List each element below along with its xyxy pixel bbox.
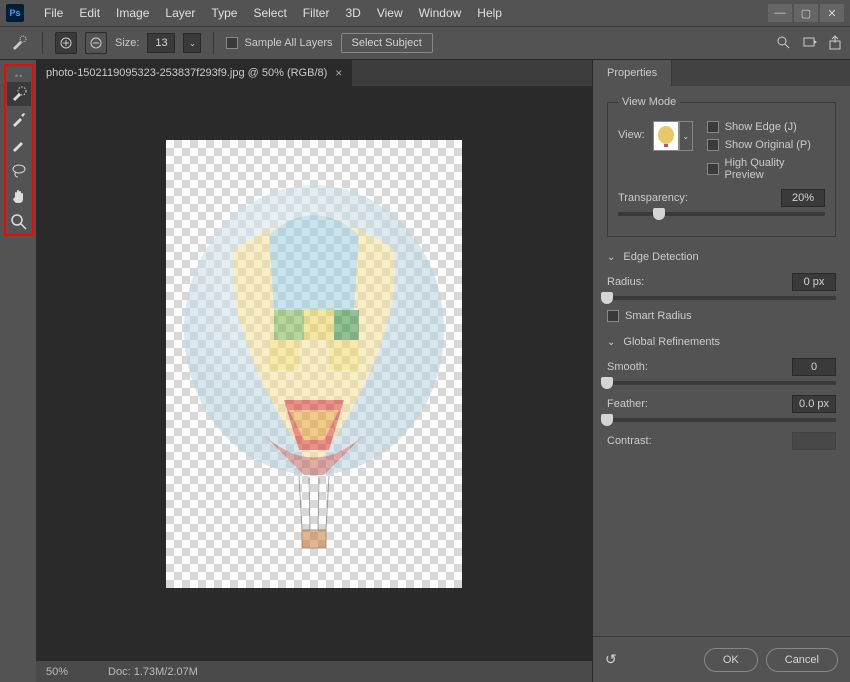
divider — [213, 32, 214, 54]
radius-slider[interactable] — [607, 296, 836, 300]
checkbox-icon — [707, 163, 719, 175]
canvas[interactable] — [166, 140, 462, 588]
status-bar: 50% Doc: 1.73M/2.07M — [36, 660, 592, 682]
share-icon[interactable] — [828, 35, 842, 51]
edge-detection-label: Edge Detection — [623, 251, 698, 263]
chevron-down-icon: ⌄ — [607, 252, 615, 263]
panel-footer: ↺ OK Cancel — [593, 636, 850, 682]
smart-radius-label: Smart Radius — [625, 310, 692, 322]
left-toolbar: •• — [4, 64, 34, 236]
reset-icon[interactable]: ↺ — [605, 651, 617, 668]
zoom-level[interactable]: 50% — [46, 666, 68, 678]
transparency-label: Transparency: — [618, 192, 688, 204]
show-original-check[interactable]: Show Original (P) — [707, 139, 825, 151]
panel-body: View Mode View: ⌄ Show Edge (J) Show Ori… — [593, 86, 850, 636]
smart-radius-check[interactable]: Smart Radius — [607, 310, 836, 322]
menu-type[interactable]: Type — [203, 2, 245, 24]
view-mode-legend: View Mode — [618, 96, 680, 108]
add-mode-button[interactable] — [55, 32, 77, 54]
radius-value[interactable]: 0 px — [792, 273, 836, 291]
active-tool-icon[interactable] — [8, 32, 30, 54]
checkbox-icon — [707, 121, 719, 133]
divider — [42, 32, 43, 54]
cancel-button[interactable]: Cancel — [766, 648, 838, 672]
close-tab-icon[interactable]: × — [335, 66, 342, 80]
ok-button[interactable]: OK — [704, 648, 758, 672]
view-dropdown[interactable]: ⌄ — [679, 121, 693, 151]
menu-view[interactable]: View — [369, 2, 411, 24]
smooth-slider[interactable] — [607, 381, 836, 385]
menu-layer[interactable]: Layer — [157, 2, 203, 24]
feather-value[interactable]: 0.0 px — [792, 395, 836, 413]
radius-label: Radius: — [607, 276, 644, 288]
hand-tool[interactable] — [7, 185, 31, 209]
view-mode-group: View Mode View: ⌄ Show Edge (J) Show Ori… — [607, 96, 836, 237]
chevron-down-icon: ⌄ — [607, 337, 615, 348]
high-quality-label: High Quality Preview — [725, 157, 825, 181]
window-controls: — ▢ ✕ — [768, 4, 844, 22]
smooth-value[interactable]: 0 — [792, 358, 836, 376]
sample-all-layers-check[interactable]: Sample All Layers — [226, 37, 332, 49]
menu-filter[interactable]: Filter — [295, 2, 338, 24]
view-label: View: — [618, 129, 645, 141]
document-tab-label: photo-1502119095323-253837f293f9.jpg @ 5… — [46, 67, 327, 79]
maximize-button[interactable]: ▢ — [794, 4, 818, 22]
properties-tab[interactable]: Properties — [593, 60, 672, 86]
edge-detection-header[interactable]: ⌄ Edge Detection — [607, 251, 836, 263]
feather-slider[interactable] — [607, 418, 836, 422]
menu-window[interactable]: Window — [411, 2, 470, 24]
global-refinements-header[interactable]: ⌄ Global Refinements — [607, 336, 836, 348]
canvas-viewport[interactable] — [36, 86, 592, 660]
doc-size: Doc: 1.73M/2.07M — [108, 666, 198, 678]
menu-3d[interactable]: 3D — [337, 2, 368, 24]
size-dropdown[interactable]: ⌄ — [183, 33, 201, 53]
toolbar-grip[interactable]: •• — [15, 72, 23, 80]
search-icon[interactable] — [776, 35, 792, 51]
sample-all-label: Sample All Layers — [244, 37, 332, 49]
document-area: photo-1502119095323-253837f293f9.jpg @ 5… — [36, 60, 592, 682]
properties-panel: Properties View Mode View: ⌄ Show Edge (… — [592, 60, 850, 682]
checkbox-icon — [607, 310, 619, 322]
quick-selection-tool[interactable] — [7, 82, 31, 106]
balloon-image — [174, 180, 454, 580]
size-input[interactable] — [147, 33, 175, 53]
screen-mode-icon[interactable] — [802, 35, 818, 51]
checkbox-icon — [707, 139, 719, 151]
global-refinements-label: Global Refinements — [623, 336, 720, 348]
close-button[interactable]: ✕ — [820, 4, 844, 22]
smooth-label: Smooth: — [607, 361, 648, 373]
zoom-tool[interactable] — [7, 210, 31, 234]
checkbox-icon — [226, 37, 238, 49]
high-quality-check[interactable]: High Quality Preview — [707, 157, 825, 181]
menu-file[interactable]: File — [36, 2, 71, 24]
panel-tabs: Properties — [593, 60, 850, 86]
feather-label: Feather: — [607, 398, 648, 410]
main-menu: File Edit Image Layer Type Select Filter… — [36, 2, 510, 24]
view-thumbnail[interactable] — [653, 121, 679, 151]
transparency-value[interactable]: 20% — [781, 189, 825, 207]
titlebar: Ps File Edit Image Layer Type Select Fil… — [0, 0, 850, 26]
brush-tool[interactable] — [7, 133, 31, 157]
menu-edit[interactable]: Edit — [71, 2, 108, 24]
menu-select[interactable]: Select — [245, 2, 294, 24]
contrast-label: Contrast: — [607, 435, 652, 447]
document-tabs: photo-1502119095323-253837f293f9.jpg @ 5… — [36, 60, 592, 86]
options-bar: Size: ⌄ Sample All Layers Select Subject — [0, 26, 850, 60]
show-original-label: Show Original (P) — [725, 139, 811, 151]
lasso-tool[interactable] — [7, 159, 31, 183]
minimize-button[interactable]: — — [768, 4, 792, 22]
main-area: photo-1502119095323-253837f293f9.jpg @ 5… — [0, 60, 850, 682]
select-subject-button[interactable]: Select Subject — [341, 33, 433, 53]
app-logo: Ps — [6, 4, 24, 22]
contrast-value[interactable] — [792, 432, 836, 450]
size-label: Size: — [115, 37, 139, 49]
document-tab[interactable]: photo-1502119095323-253837f293f9.jpg @ 5… — [36, 60, 352, 86]
show-edge-label: Show Edge (J) — [725, 121, 797, 133]
transparency-slider[interactable] — [618, 212, 825, 216]
subtract-mode-button[interactable] — [85, 32, 107, 54]
menu-image[interactable]: Image — [108, 2, 157, 24]
menu-help[interactable]: Help — [469, 2, 510, 24]
refine-edge-brush-tool[interactable] — [7, 108, 31, 132]
show-edge-check[interactable]: Show Edge (J) — [707, 121, 825, 133]
